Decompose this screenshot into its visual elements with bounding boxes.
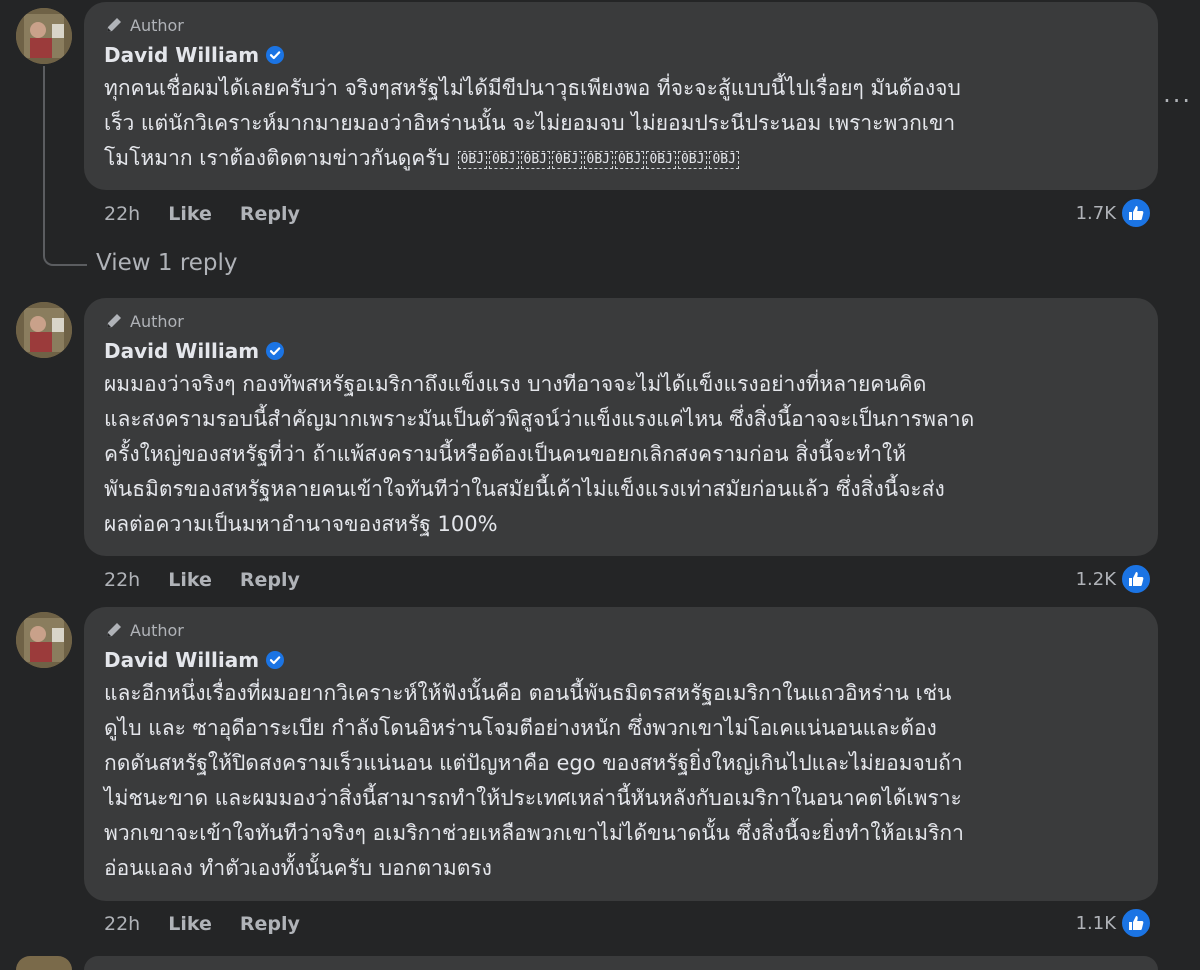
timestamp[interactable]: 22h <box>104 913 140 935</box>
obj-emoji-placeholder: 0BJ <box>646 151 676 169</box>
verified-badge-icon <box>266 46 285 64</box>
comment-line: ทุกคนเชื่อผมได้เลยครับว่า จริงๆสหรัฐไม่ไ… <box>104 76 961 100</box>
comment-line: อ่อนแอลง ทำตัวเองทั้งนั้นครับ บอกตามตรง <box>104 856 492 880</box>
comment-actions: 22h Like Reply <box>104 569 300 591</box>
reaction-count: 1.1K <box>1075 912 1116 934</box>
pencil-icon <box>107 18 121 32</box>
comment-bubble: Author David William ทุกคนเชื่อผมได้เลยค… <box>84 2 1158 190</box>
author-badge-label: Author <box>130 311 184 331</box>
name-row: David William <box>104 40 1140 70</box>
author-badge: Author <box>104 310 1140 332</box>
obj-emoji-placeholder: 0BJ <box>709 151 739 169</box>
verified-badge-icon <box>266 342 285 360</box>
comment-line: และสงครามรอบนี้สำคัญมากเพราะมันเป็นตัวพิ… <box>104 407 975 431</box>
commenter-name[interactable]: David William <box>104 339 259 363</box>
author-badge: Author <box>104 619 1140 641</box>
comment-text: ผมมองว่าจริงๆ กองทัพสหรัฐอเมริกาถึงแข็งแ… <box>104 367 1140 542</box>
view-replies-link[interactable]: View 1 reply <box>96 250 238 276</box>
comment-line: ไม่ชนะขาด และผมมองว่าสิ่งนี้สามารถทำให้ป… <box>104 786 962 810</box>
like-reaction-icon <box>1120 563 1152 595</box>
obj-emoji-placeholder: 0BJ <box>677 151 708 169</box>
reply-button[interactable]: Reply <box>240 203 300 225</box>
timestamp[interactable]: 22h <box>104 203 140 225</box>
thread-line <box>43 66 87 266</box>
obj-emoji-placeholder: 0BJ <box>583 151 613 169</box>
reply-button[interactable]: Reply <box>240 569 300 591</box>
comment-line: พันธมิตรของสหรัฐหลายคนเข้าใจทันทีว่าในสม… <box>104 477 945 501</box>
avatar-image <box>16 302 72 358</box>
like-reaction-icon <box>1120 197 1152 229</box>
comment-text: ทุกคนเชื่อผมได้เลยครับว่า จริงๆสหรัฐไม่ไ… <box>104 71 1140 176</box>
reaction-count: 1.2K <box>1075 568 1116 590</box>
thumbs-up-icon <box>1129 572 1144 586</box>
reactions[interactable]: 1.1K <box>1076 907 1152 939</box>
avatar[interactable] <box>16 302 72 358</box>
author-badge-label: Author <box>130 620 184 640</box>
comment-text: และอีกหนึ่งเรื่องที่ผมอยากวิเคราะห์ให้ฟั… <box>104 676 1140 886</box>
obj-emoji-placeholder: 0BJ <box>552 151 582 169</box>
avatar[interactable] <box>16 612 72 668</box>
avatar[interactable] <box>16 8 72 64</box>
verified-badge-icon <box>266 651 285 669</box>
pencil-icon <box>107 314 121 328</box>
like-button[interactable]: Like <box>168 203 212 225</box>
name-row: David William <box>104 645 1140 675</box>
comment-line: โมโหมาก เราต้องติดตามข่าวกันดูครับ <box>104 146 450 170</box>
reply-button[interactable]: Reply <box>240 913 300 935</box>
next-comment-bubble <box>84 956 1158 970</box>
name-row: David William <box>104 336 1140 366</box>
comment-line-with-emoji: โมโหมาก เราต้องติดตามข่าวกันดูครับ 0BJ 0B… <box>104 141 1140 176</box>
reactions[interactable]: 1.2K <box>1076 563 1152 595</box>
avatar-image <box>16 8 72 64</box>
commenter-name[interactable]: David William <box>104 648 259 672</box>
author-badge-label: Author <box>130 15 184 35</box>
comment-bubble: Author David William และอีกหนึ่งเรื่องที… <box>84 607 1158 901</box>
comment-line: เร็ว แต่นักวิเคราะห์มากมายมองว่าอิหร่านน… <box>104 111 956 135</box>
thumbs-up-icon <box>1129 206 1144 220</box>
more-options-button[interactable]: ... <box>1163 80 1192 108</box>
like-reaction-icon <box>1120 907 1152 939</box>
like-button[interactable]: Like <box>168 569 212 591</box>
obj-emoji-placeholder: 0BJ <box>457 151 488 169</box>
comment-line: ดูไบ และ ซาอุดีอาระเบีย กำลังโดนอิหร่านโ… <box>104 716 937 740</box>
comment-line: พวกเขาจะเข้าใจทันทีว่าจริงๆ อเมริกาช่วยเ… <box>104 821 964 845</box>
comment-line: ผมมองว่าจริงๆ กองทัพสหรัฐอเมริกาถึงแข็งแ… <box>104 372 927 396</box>
obj-emoji-placeholder: 0BJ <box>489 151 519 169</box>
comment-actions: 22h Like Reply <box>104 913 300 935</box>
obj-emoji-placeholder: 0BJ <box>520 151 551 169</box>
pencil-icon <box>107 623 121 637</box>
comment-line: ผลต่อความเป็นมหาอำนาจของสหรัฐ 100% <box>104 512 498 536</box>
comment-line: ครั้งใหญ่ของสหรัฐที่ว่า ถ้าแพ้สงครามนี้ห… <box>104 442 907 466</box>
thumbs-up-icon <box>1129 916 1144 930</box>
timestamp[interactable]: 22h <box>104 569 140 591</box>
reaction-count: 1.7K <box>1075 202 1116 224</box>
avatar-next-comment[interactable] <box>16 956 72 970</box>
comment-line: กดดันสหรัฐให้ปิดสงครามเร็วแน่นอน แต่ปัญห… <box>104 751 963 775</box>
commenter-name[interactable]: David William <box>104 43 259 67</box>
comment-bubble: Author David William ผมมองว่าจริงๆ กองทั… <box>84 298 1158 556</box>
like-button[interactable]: Like <box>168 913 212 935</box>
comments-page: Author David William ทุกคนเชื่อผมได้เลยค… <box>0 0 1200 970</box>
comment-actions: 22h Like Reply <box>104 203 300 225</box>
comment-line: และอีกหนึ่งเรื่องที่ผมอยากวิเคราะห์ให้ฟั… <box>104 681 952 705</box>
obj-emoji-placeholder: 0BJ <box>614 151 645 169</box>
reactions[interactable]: 1.7K <box>1076 197 1152 229</box>
avatar-image <box>16 612 72 668</box>
author-badge: Author <box>104 14 1140 36</box>
